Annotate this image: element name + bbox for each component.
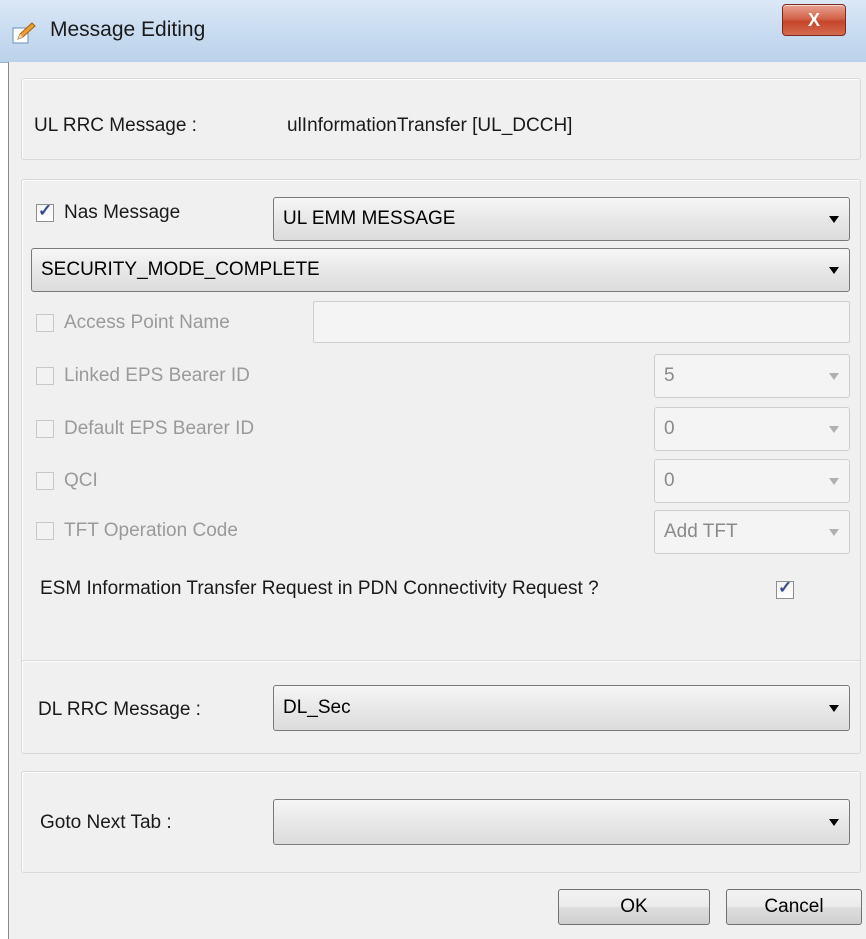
- dl-rrc-group: DL RRC Message : DL_Sec: [21, 660, 861, 754]
- chevron-down-icon: [829, 267, 839, 274]
- ul-rrc-label: UL RRC Message :: [34, 115, 197, 136]
- access-point-name-input[interactable]: [313, 301, 850, 343]
- esm-info-request-label: ESM Information Transfer Request in PDN …: [40, 578, 599, 599]
- esm-info-request-checkbox[interactable]: [776, 578, 794, 599]
- tft-operation-code-value: Add TFT: [664, 521, 738, 542]
- dl-rrc-select[interactable]: DL_Sec: [273, 685, 850, 731]
- window-title: Message Editing: [50, 18, 206, 41]
- chevron-down-icon: [829, 426, 839, 433]
- default-eps-bearer-id-select[interactable]: 0: [654, 407, 850, 451]
- goto-next-tab-group: Goto Next Tab :: [21, 771, 861, 873]
- message-editing-window: Message Editing X UL RRC Message : ulInf…: [0, 0, 866, 939]
- linked-eps-bearer-id-select[interactable]: 5: [654, 354, 850, 398]
- access-point-name-checkbox[interactable]: [36, 314, 54, 332]
- qci-checkbox[interactable]: [36, 472, 54, 490]
- chevron-down-icon: [829, 819, 839, 826]
- nas-message-select[interactable]: SECURITY_MODE_COMPLETE: [31, 248, 850, 292]
- goto-next-tab-select[interactable]: [273, 799, 850, 845]
- nas-message-checkbox[interactable]: [36, 201, 54, 222]
- nas-message-label: Nas Message: [64, 202, 181, 223]
- access-point-name-label: Access Point Name: [64, 312, 230, 333]
- linked-eps-bearer-id-label: Linked EPS Bearer ID: [64, 365, 250, 386]
- pencil-edit-icon: [12, 22, 36, 44]
- linked-eps-bearer-id-value: 5: [664, 365, 675, 386]
- chevron-down-icon: [829, 529, 839, 536]
- tft-operation-code-select[interactable]: Add TFT: [654, 510, 850, 554]
- chevron-down-icon: [829, 216, 839, 223]
- nas-type-value: UL EMM MESSAGE: [283, 208, 456, 229]
- dl-rrc-value: DL_Sec: [283, 697, 351, 718]
- qci-label: QCI: [64, 470, 98, 491]
- nas-group: Nas Message UL EMM MESSAGE SECURITY_MODE…: [21, 179, 861, 705]
- nas-type-select[interactable]: UL EMM MESSAGE: [273, 197, 850, 241]
- dl-rrc-label: DL RRC Message :: [38, 699, 201, 720]
- cancel-button[interactable]: Cancel: [726, 889, 862, 925]
- default-eps-bearer-id-value: 0: [664, 418, 675, 439]
- dialog-content: UL RRC Message : ulInformationTransfer […: [9, 62, 866, 939]
- qci-select[interactable]: 0: [654, 459, 850, 503]
- goto-next-tab-label: Goto Next Tab :: [40, 812, 172, 833]
- tft-operation-code-checkbox[interactable]: [36, 522, 54, 540]
- close-button[interactable]: X: [782, 4, 846, 36]
- qci-value: 0: [664, 470, 675, 491]
- tft-operation-code-label: TFT Operation Code: [64, 520, 238, 541]
- chevron-down-icon: [829, 373, 839, 380]
- default-eps-bearer-id-label: Default EPS Bearer ID: [64, 418, 255, 439]
- ul-rrc-value: ulInformationTransfer [UL_DCCH]: [287, 115, 573, 136]
- linked-eps-bearer-id-checkbox[interactable]: [36, 367, 54, 385]
- chevron-down-icon: [829, 478, 839, 485]
- ul-rrc-group: UL RRC Message : ulInformationTransfer […: [21, 78, 861, 160]
- ok-button[interactable]: OK: [558, 889, 710, 925]
- chevron-down-icon: [829, 705, 839, 712]
- nas-message-value: SECURITY_MODE_COMPLETE: [41, 259, 320, 280]
- close-icon: X: [807, 10, 820, 30]
- title-bar: Message Editing X: [0, 0, 866, 63]
- default-eps-bearer-id-checkbox[interactable]: [36, 420, 54, 438]
